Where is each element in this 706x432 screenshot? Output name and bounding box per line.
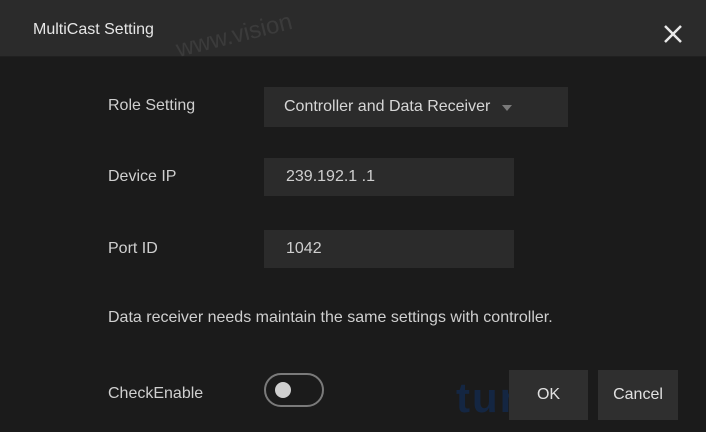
dialog-titlebar: MultiCast Setting www.vision	[0, 0, 706, 63]
ok-button[interactable]: OK	[509, 370, 588, 420]
role-setting-value: Controller and Data Receiver	[284, 98, 491, 115]
chevron-down-icon	[502, 105, 513, 111]
close-button[interactable]	[653, 14, 693, 54]
device-ip-label: Device IP	[108, 168, 177, 185]
multicast-setting-dialog: MultiCast Setting www.vision Role Settin…	[0, 0, 706, 432]
dialog-title: MultiCast Setting	[33, 21, 154, 38]
cancel-button[interactable]: Cancel	[598, 370, 678, 420]
device-ip-input[interactable]: 239.192.1 .1	[264, 158, 514, 196]
check-enable-toggle[interactable]	[264, 373, 324, 407]
toggle-knob	[275, 382, 291, 398]
watermark-text: www.vision	[173, 8, 296, 63]
role-setting-select[interactable]: Controller and Data Receiver	[264, 87, 568, 127]
role-setting-label: Role Setting	[108, 97, 196, 114]
port-id-input[interactable]: 1042	[264, 230, 514, 268]
check-enable-label: CheckEnable	[108, 385, 204, 402]
close-icon	[664, 25, 682, 43]
settings-note: Data receiver needs maintain the same se…	[108, 309, 553, 326]
port-id-label: Port ID	[108, 240, 158, 257]
